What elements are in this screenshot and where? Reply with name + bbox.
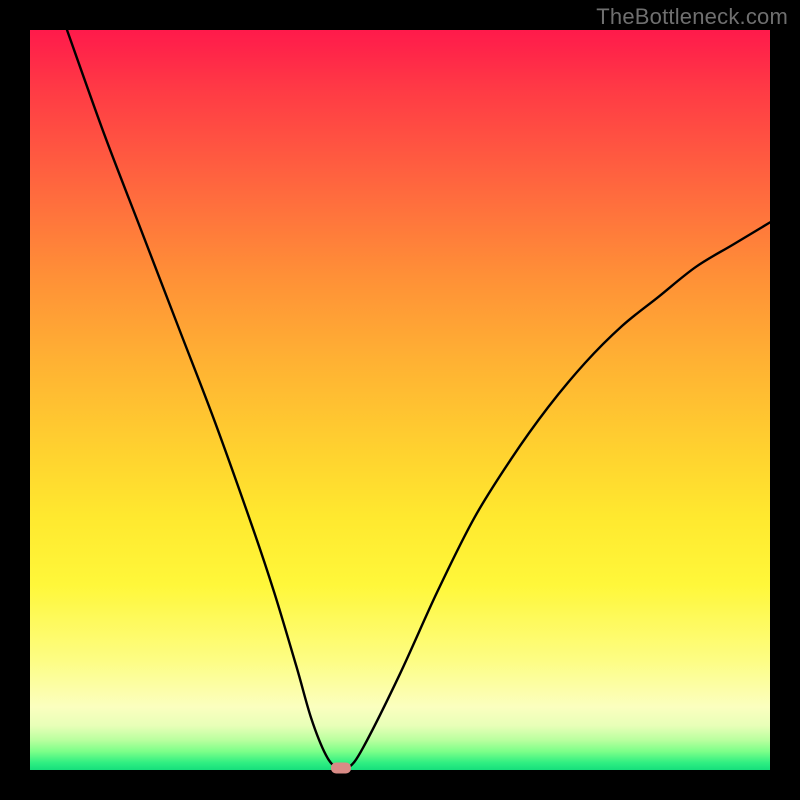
curve-path: [67, 30, 770, 770]
min-marker: [331, 762, 351, 773]
plot-area: [30, 30, 770, 770]
watermark-text: TheBottleneck.com: [596, 4, 788, 30]
chart-frame: TheBottleneck.com: [0, 0, 800, 800]
curve-svg: [30, 30, 770, 770]
